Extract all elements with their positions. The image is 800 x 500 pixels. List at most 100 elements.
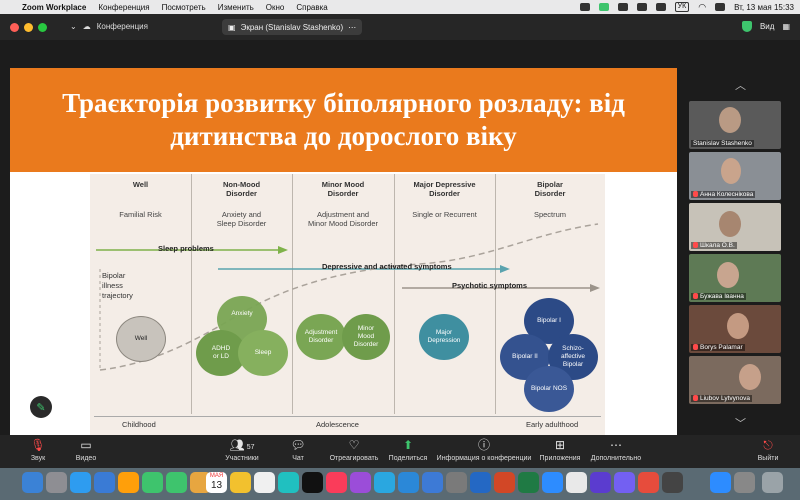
app-icon[interactable]	[638, 472, 659, 493]
participants-gallery: Stanislav Stashenko Анна Колеснікова Шка…	[689, 40, 781, 435]
safari-icon[interactable]	[70, 472, 91, 493]
participant-name: Бужава Іванна	[691, 293, 746, 300]
control-center-icon[interactable]	[715, 3, 726, 11]
excel-icon[interactable]	[518, 472, 539, 493]
view-button[interactable]: Вид	[760, 22, 774, 31]
menu-window[interactable]: Окно	[266, 3, 285, 12]
meeting-info-button[interactable]: ⓘ Информация о конференции	[435, 438, 533, 462]
telegram-icon[interactable]	[398, 472, 419, 493]
menu-edit[interactable]: Изменить	[218, 3, 254, 12]
muted-mic-icon	[693, 242, 698, 249]
downloads-icon[interactable]	[734, 472, 755, 493]
participant-name-text: Liubov Lytvynova	[700, 395, 750, 402]
notes-icon[interactable]	[230, 472, 251, 493]
participant-tile[interactable]: Liubov Lytvynova	[689, 356, 781, 404]
more-button[interactable]: ⋯ Дополнительно	[586, 438, 646, 462]
muted-mic-icon	[693, 293, 698, 300]
menu-app-name[interactable]: Zoom Workplace	[22, 3, 86, 12]
participants-button[interactable]: 👥︎ 57 Участники	[212, 438, 272, 462]
participant-name-text: Шкала О.В.	[700, 242, 735, 249]
word-icon[interactable]	[470, 472, 491, 493]
menu-conference[interactable]: Конференция	[98, 3, 149, 12]
podcasts-icon[interactable]	[350, 472, 371, 493]
settings-icon[interactable]	[446, 472, 467, 493]
participant-tile[interactable]: Бужава Іванна	[689, 254, 781, 302]
leave-button[interactable]: ⎋ Выйти	[738, 438, 798, 462]
facetime-icon[interactable]	[142, 472, 163, 493]
photos-icon[interactable]	[118, 472, 139, 493]
participant-name-text: Анна Колеснікова	[700, 191, 754, 198]
conference-title[interactable]: ⌄ ☁ Конференция	[70, 22, 148, 31]
participant-tile[interactable]: Stanislav Stashenko	[689, 101, 781, 149]
major-depression-label: Major Depression	[427, 329, 461, 344]
menu-help[interactable]: Справка	[296, 3, 327, 12]
share-screen-icon: ⬆	[402, 438, 414, 452]
trajectory-label: Bipolar illness trajectory	[102, 271, 133, 300]
participant-tile[interactable]: Анна Колеснікова	[689, 152, 781, 200]
finder-icon[interactable]	[22, 472, 43, 493]
close-window-button[interactable]	[10, 23, 19, 32]
keyboard-layout[interactable]: УК	[674, 2, 690, 12]
freeform-icon[interactable]	[278, 472, 299, 493]
music-icon[interactable]	[326, 472, 347, 493]
tv-icon[interactable]	[302, 472, 323, 493]
video-feed	[727, 313, 749, 339]
wifi-icon[interactable]: ◠	[698, 2, 706, 13]
adjustment-label: Adjustment Disorder	[304, 329, 338, 344]
react-button[interactable]: ♡ Отреагировать	[324, 438, 384, 462]
status-icon[interactable]	[617, 3, 628, 11]
viber-icon[interactable]	[614, 472, 635, 493]
apps-label: Приложения	[539, 455, 581, 462]
window-titlebar: ⌄ ☁ Конференция ▣ Экран (Stanislav Stash…	[0, 14, 800, 40]
video-feed	[739, 364, 761, 390]
minimize-window-button[interactable]	[24, 23, 33, 32]
video-feed	[717, 262, 739, 288]
chat-button[interactable]: 💬︎ Чат	[268, 438, 328, 462]
zoom-window-icon[interactable]	[710, 472, 731, 493]
adjustment-disorder-circle: Adjustment Disorder	[296, 314, 346, 360]
scroll-down-chevron-icon[interactable]: ﹀	[735, 415, 746, 431]
battery-icon[interactable]	[655, 3, 666, 11]
sleep-problems-label: Sleep problems	[158, 244, 214, 253]
chevron-down-icon: ⌄	[70, 22, 77, 31]
video-button[interactable]: ▭ Видео	[56, 438, 116, 462]
mail-icon[interactable]	[94, 472, 115, 493]
participant-tile[interactable]: Borys Palamar	[689, 305, 781, 353]
launchpad-icon[interactable]	[46, 472, 67, 493]
messages-icon[interactable]	[166, 472, 187, 493]
slide-title-line1: Траєкторія розвитку біполярного розладу:…	[62, 88, 625, 118]
chat-label: Чат	[292, 455, 304, 462]
psychotic-symptoms-label: Psychotic symptoms	[452, 281, 528, 290]
leave-icon: ⎋	[763, 438, 773, 452]
reminders-icon[interactable]	[254, 472, 275, 493]
app-store-icon[interactable]	[374, 472, 395, 493]
participants-label: Участники	[225, 455, 259, 462]
depressive-arrow-head	[500, 265, 510, 273]
share-button[interactable]: ⬆ Поделиться	[378, 438, 438, 462]
zoom-status-icon[interactable]	[598, 3, 609, 11]
participant-tile[interactable]: Шкала О.В.	[689, 203, 781, 251]
app-icon[interactable]	[590, 472, 611, 493]
powerpoint-icon[interactable]	[494, 472, 515, 493]
adhd-label: ADHD or LD	[211, 345, 231, 360]
zoom-icon[interactable]	[542, 472, 563, 493]
apps-button[interactable]: ⊞ Приложения	[530, 438, 590, 462]
clock[interactable]: Вт, 13 мая 15:33	[734, 3, 794, 12]
video-label: Видео	[75, 455, 97, 462]
security-shield-icon[interactable]	[741, 21, 752, 32]
menu-view[interactable]: Посмотреть	[162, 3, 206, 12]
calendar-icon[interactable]: МАЯ 13	[206, 472, 227, 493]
grid-icon[interactable]: ▦	[782, 22, 790, 31]
preview-icon[interactable]	[422, 472, 443, 493]
trash-icon[interactable]	[762, 472, 783, 493]
annotate-pen-icon[interactable]: ✎	[30, 396, 52, 418]
people-icon: ☁	[82, 22, 91, 31]
status-icon[interactable]	[579, 3, 590, 11]
app-icon[interactable]	[662, 472, 683, 493]
slide-title-line2: дитинства до дорослого віку	[170, 121, 517, 151]
fullscreen-window-button[interactable]	[38, 23, 47, 32]
status-icon[interactable]	[636, 3, 647, 11]
screen-share-indicator[interactable]: ▣ Экран (Stanislav Stashenko) ⋯	[222, 19, 363, 35]
more-icon: ⋯	[348, 22, 357, 32]
app-icon[interactable]	[566, 472, 587, 493]
